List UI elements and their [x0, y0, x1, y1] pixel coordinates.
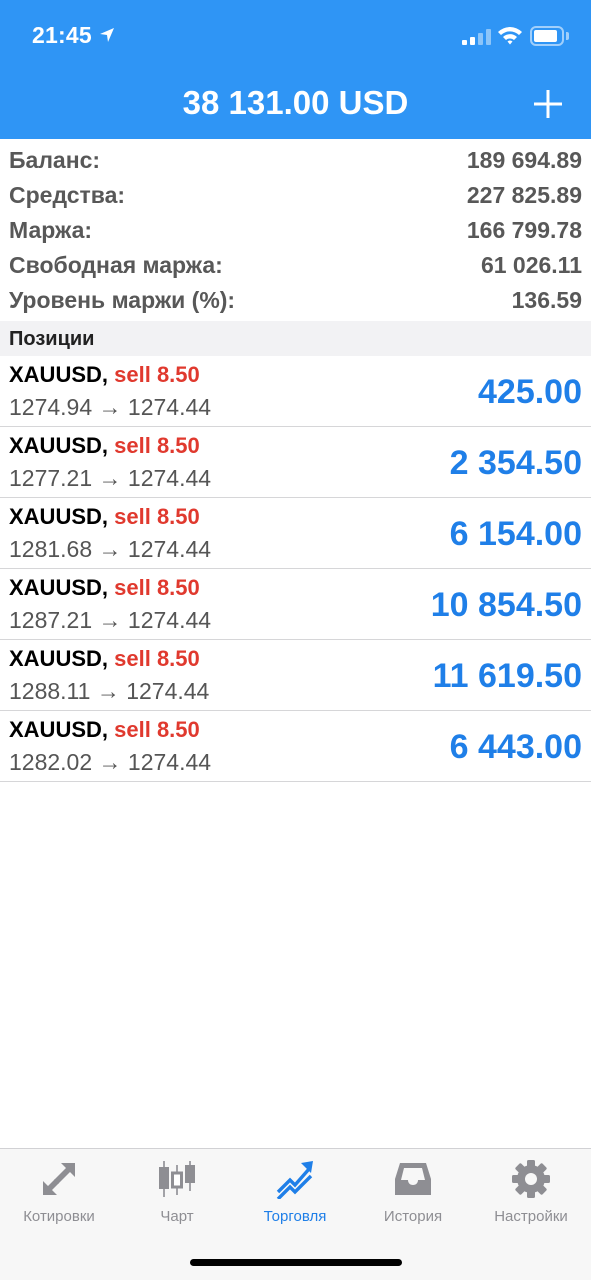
summary-label: Свободная маржа:: [9, 252, 223, 278]
tab-label: Котировки: [23, 1208, 95, 1225]
position-symbol: XAUUSD,: [9, 362, 109, 387]
position-row[interactable]: XAUUSD, sell 8.50 1277.21 → 1274.44 2 35…: [0, 427, 591, 498]
summary-row-balance: Баланс: 189 694.89: [0, 143, 591, 178]
summary-value: 136.59: [511, 287, 582, 313]
position-prices: 1277.21 → 1274.44: [9, 465, 212, 491]
tab-label: История: [383, 1208, 443, 1225]
positions-list: XAUUSD, sell 8.50 1274.94 → 1274.44 425.…: [0, 356, 591, 782]
position-symbol: XAUUSD,: [9, 575, 109, 600]
position-prices: 1282.02 → 1274.44: [9, 749, 212, 775]
position-title: XAUUSD, sell 8.50: [9, 717, 200, 743]
position-side: sell 8.50: [114, 717, 200, 742]
wifi-icon: [498, 27, 522, 45]
trade-trend-icon: [276, 1161, 313, 1199]
position-prices: 1274.94 → 1274.44: [9, 394, 212, 420]
home-indicator: [190, 1259, 402, 1266]
quotes-arrows-icon: [43, 1163, 75, 1195]
summary-row-margin-level: Уровень маржи (%): 136.59: [0, 283, 591, 318]
summary-row-margin: Маржа: 166 799.78: [0, 213, 591, 248]
summary-value: 61 026.11: [480, 252, 582, 278]
summary-label: Маржа:: [9, 217, 93, 243]
settings-gear-icon: [512, 1160, 550, 1198]
position-profit: 2 354.50: [449, 444, 582, 482]
summary-value: 189 694.89: [466, 147, 582, 173]
location-arrow-icon: [100, 28, 114, 42]
position-side: sell 8.50: [114, 646, 200, 671]
battery-icon: [530, 26, 564, 46]
position-title: XAUUSD, sell 8.50: [9, 362, 200, 388]
summary-label: Средства:: [9, 182, 126, 208]
position-side: sell 8.50: [114, 362, 200, 387]
tab-label: Настройки: [494, 1208, 568, 1225]
summary-row-free-margin: Свободная маржа: 61 026.11: [0, 248, 591, 283]
position-profit: 10 854.50: [430, 586, 582, 624]
summary-label: Уровень маржи (%):: [9, 287, 236, 313]
position-title: XAUUSD, sell 8.50: [9, 504, 200, 530]
position-row[interactable]: XAUUSD, sell 8.50 1287.21 → 1274.44 10 8…: [0, 569, 591, 640]
position-row[interactable]: XAUUSD, sell 8.50 1282.02 → 1274.44 6 44…: [0, 711, 591, 782]
position-row[interactable]: XAUUSD, sell 8.50 1281.68 → 1274.44 6 15…: [0, 498, 591, 569]
position-side: sell 8.50: [114, 575, 200, 600]
tab-history[interactable]: История: [354, 1149, 472, 1229]
tab-settings[interactable]: Настройки: [472, 1149, 590, 1229]
tab-chart[interactable]: Чарт: [118, 1149, 236, 1229]
position-symbol: XAUUSD,: [9, 646, 109, 671]
position-profit: 6 154.00: [449, 515, 582, 553]
summary-value: 227 825.89: [466, 182, 582, 208]
position-symbol: XAUUSD,: [9, 717, 109, 742]
app-header: 21:45 38 131.00 USD: [0, 0, 591, 139]
position-row[interactable]: XAUUSD, sell 8.50 1288.11 → 1274.44 11 6…: [0, 640, 591, 711]
summary-row-equity: Средства: 227 825.89: [0, 178, 591, 213]
position-title: XAUUSD, sell 8.50: [9, 575, 200, 601]
add-order-button[interactable]: [530, 86, 566, 122]
position-prices: 1281.68 → 1274.44: [9, 536, 212, 562]
status-time: 21:45: [32, 22, 92, 48]
positions-section-header: Позиции: [0, 321, 591, 356]
position-title: XAUUSD, sell 8.50: [9, 646, 200, 672]
tab-quotes[interactable]: Котировки: [0, 1149, 118, 1229]
tab-label: Торговля: [263, 1208, 327, 1225]
position-profit: 425.00: [478, 373, 582, 411]
summary-value: 166 799.78: [466, 217, 582, 243]
account-summary: Баланс: 189 694.89 Средства: 227 825.89 …: [0, 143, 591, 318]
position-symbol: XAUUSD,: [9, 504, 109, 529]
tab-label: Чарт: [160, 1208, 194, 1225]
position-prices: 1287.21 → 1274.44: [9, 607, 212, 633]
position-prices: 1288.11 → 1274.44: [9, 678, 210, 704]
position-profit: 11 619.50: [432, 657, 582, 695]
position-side: sell 8.50: [114, 504, 200, 529]
position-symbol: XAUUSD,: [9, 433, 109, 458]
history-inbox-icon: [395, 1163, 431, 1195]
position-row[interactable]: XAUUSD, sell 8.50 1274.94 → 1274.44 425.…: [0, 356, 591, 427]
candlestick-chart-icon: [159, 1161, 195, 1197]
equity-title: 38 131.00 USD: [182, 84, 409, 121]
battery-tip: [566, 32, 569, 40]
position-side: sell 8.50: [114, 433, 200, 458]
tab-trade[interactable]: Торговля: [236, 1149, 354, 1229]
position-title: XAUUSD, sell 8.50: [9, 433, 200, 459]
position-profit: 6 443.00: [449, 728, 582, 766]
summary-label: Баланс:: [9, 147, 101, 173]
cellular-signal-icon: [462, 29, 492, 45]
